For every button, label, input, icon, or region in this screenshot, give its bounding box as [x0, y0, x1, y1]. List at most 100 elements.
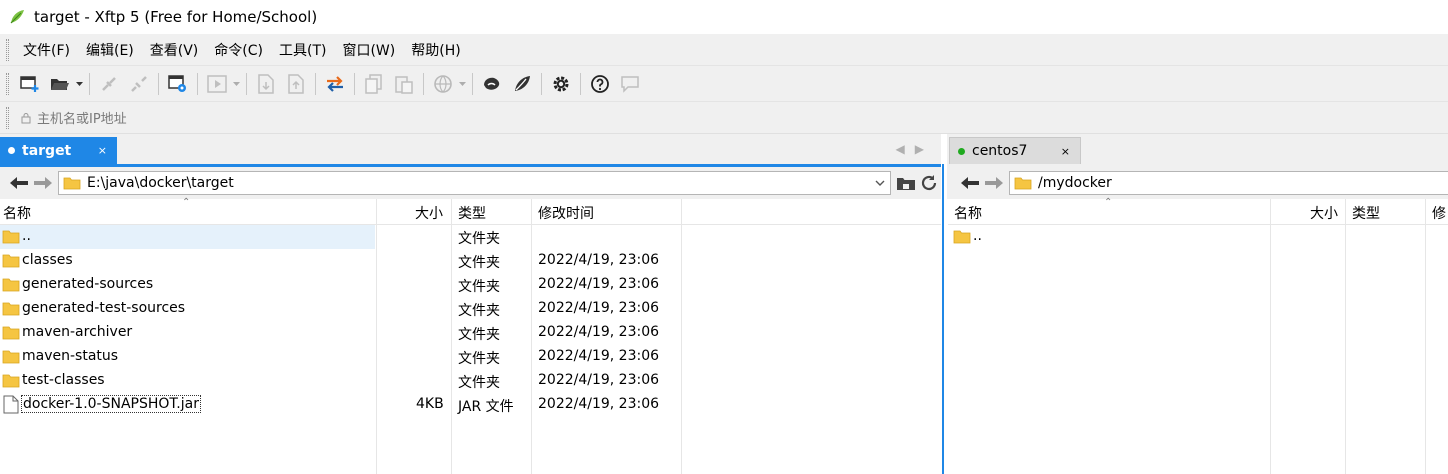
- file-modified: 2022/4/19, 23:06: [538, 348, 660, 364]
- menu-view[interactable]: 查看(V): [142, 40, 207, 60]
- folder-icon: [953, 230, 971, 244]
- paste-button[interactable]: [391, 71, 417, 97]
- question-circle-icon: [591, 74, 609, 93]
- menu-file[interactable]: 文件(F): [15, 40, 78, 60]
- column-header-name[interactable]: 名称: [3, 203, 31, 223]
- menu-tools[interactable]: 工具(T): [271, 40, 334, 60]
- play-icon: [207, 74, 227, 93]
- toolbar-separator: [197, 72, 198, 95]
- column-header-name[interactable]: 名称: [954, 203, 982, 223]
- connection-status-dot: [958, 147, 965, 155]
- column-header-type[interactable]: 类型: [1352, 203, 1380, 223]
- list-item[interactable]: generated-sources 文件夹 2022/4/19, 23:06: [0, 273, 941, 297]
- back-button[interactable]: [959, 172, 981, 194]
- list-item[interactable]: test-classes 文件夹 2022/4/19, 23:06: [0, 369, 941, 393]
- new-folder-button[interactable]: [895, 172, 917, 194]
- open-folder-button[interactable]: [47, 71, 73, 97]
- folder-icon: [63, 177, 81, 190]
- pane-splitter[interactable]: [941, 134, 947, 474]
- folder-icon: [2, 254, 20, 268]
- back-button[interactable]: [8, 172, 30, 194]
- connect-button[interactable]: [96, 71, 122, 97]
- encoding-dropdown-arrow[interactable]: [458, 71, 466, 97]
- remote-path-input[interactable]: /mydocker: [1009, 171, 1448, 195]
- column-header-modified[interactable]: 修改时间: [538, 203, 594, 223]
- list-item[interactable]: maven-archiver 文件夹 2022/4/19, 23:06: [0, 321, 941, 345]
- transfer-button[interactable]: [204, 71, 230, 97]
- forward-button[interactable]: [983, 172, 1005, 194]
- folder-icon: [2, 326, 20, 340]
- chat-bubble-icon: [621, 75, 639, 93]
- chevron-down-icon: [458, 81, 466, 86]
- toolbar-separator: [423, 72, 424, 95]
- tab-scroll-arrows[interactable]: ◀▶: [896, 142, 934, 156]
- xshell-button[interactable]: [479, 71, 505, 97]
- close-icon[interactable]: ×: [98, 144, 107, 157]
- list-item[interactable]: classes 文件夹 2022/4/19, 23:06: [0, 249, 941, 273]
- addressbar-grip[interactable]: [6, 106, 9, 129]
- toolbar: [0, 66, 1448, 102]
- host-input[interactable]: 主机名或IP地址: [37, 108, 127, 127]
- transfer-dropdown-arrow[interactable]: [232, 71, 240, 97]
- menubar-grip[interactable]: [6, 38, 9, 61]
- encoding-button[interactable]: [430, 71, 456, 97]
- file-name: classes: [22, 252, 73, 268]
- new-session-button[interactable]: [17, 71, 43, 97]
- list-item[interactable]: ..: [948, 225, 1448, 249]
- toolbar-separator: [246, 72, 247, 95]
- menu-edit[interactable]: 编辑(E): [78, 40, 142, 60]
- local-file-list: ⌃ 名称 大小 类型 修改时间 .. 文件夹 classes 文件夹 2022/…: [0, 197, 941, 474]
- disconnect-button[interactable]: [126, 71, 152, 97]
- download-button[interactable]: [253, 71, 279, 97]
- tab-remote-centos7[interactable]: centos7 ×: [949, 137, 1081, 164]
- file-modified: 2022/4/19, 23:06: [538, 396, 660, 412]
- forward-button[interactable]: [32, 172, 54, 194]
- chevron-left-icon[interactable]: ◀: [896, 142, 915, 156]
- local-path-input[interactable]: E:\java\docker\target: [58, 171, 891, 195]
- xftp-launch-button[interactable]: [509, 71, 535, 97]
- column-header-size[interactable]: 大小: [1310, 203, 1338, 223]
- list-item[interactable]: maven-status 文件夹 2022/4/19, 23:06: [0, 345, 941, 369]
- column-header-type[interactable]: 类型: [458, 203, 486, 223]
- file-type: JAR 文件: [458, 399, 514, 415]
- gear-icon: [553, 76, 569, 91]
- toolbar-separator: [354, 72, 355, 95]
- file-type: 文件夹: [458, 231, 500, 247]
- column-header-modified[interactable]: 修: [1432, 203, 1446, 223]
- folder-icon: [2, 278, 20, 292]
- copy-button[interactable]: [361, 71, 387, 97]
- file-icon: [3, 395, 19, 414]
- options-button[interactable]: [548, 71, 574, 97]
- menu-help[interactable]: 帮助(H): [403, 40, 468, 60]
- list-item[interactable]: docker-1.0-SNAPSHOT.jar 4KB JAR 文件 2022/…: [0, 393, 941, 417]
- file-modified: 2022/4/19, 23:06: [538, 300, 660, 316]
- open-dropdown-arrow[interactable]: [75, 71, 83, 97]
- column-header-size[interactable]: 大小: [415, 203, 443, 223]
- file-modified: 2022/4/19, 23:06: [538, 372, 660, 388]
- file-modified: 2022/4/19, 23:06: [538, 252, 660, 268]
- file-type: 文件夹: [458, 351, 500, 367]
- file-modified: 2022/4/19, 23:06: [538, 276, 660, 292]
- window-title: target - Xftp 5 (Free for Home/School): [34, 8, 318, 26]
- refresh-button[interactable]: [918, 172, 940, 194]
- lock-icon: [21, 112, 31, 123]
- list-item[interactable]: .. 文件夹: [0, 225, 941, 249]
- menu-command[interactable]: 命令(C): [206, 40, 271, 60]
- tab-local-target[interactable]: target ×: [0, 137, 117, 164]
- file-name: generated-sources: [22, 276, 154, 292]
- active-pane-border: [942, 164, 944, 474]
- menu-window[interactable]: 窗口(W): [334, 40, 403, 60]
- sync-button[interactable]: [322, 71, 348, 97]
- upload-button[interactable]: [283, 71, 309, 97]
- close-icon[interactable]: ×: [1061, 145, 1070, 158]
- feedback-button[interactable]: [617, 71, 643, 97]
- help-button[interactable]: [587, 71, 613, 97]
- list-header: ⌃ 名称 大小 类型 修: [948, 197, 1448, 225]
- chevron-right-icon[interactable]: ▶: [915, 142, 934, 156]
- toolbar-grip[interactable]: [6, 72, 9, 95]
- chevron-down-icon[interactable]: [874, 175, 886, 191]
- session-properties-button[interactable]: [165, 71, 191, 97]
- plug-connect-icon: [102, 76, 116, 91]
- address-bar: 主机名或IP地址: [0, 102, 1448, 134]
- list-item[interactable]: generated-test-sources 文件夹 2022/4/19, 23…: [0, 297, 941, 321]
